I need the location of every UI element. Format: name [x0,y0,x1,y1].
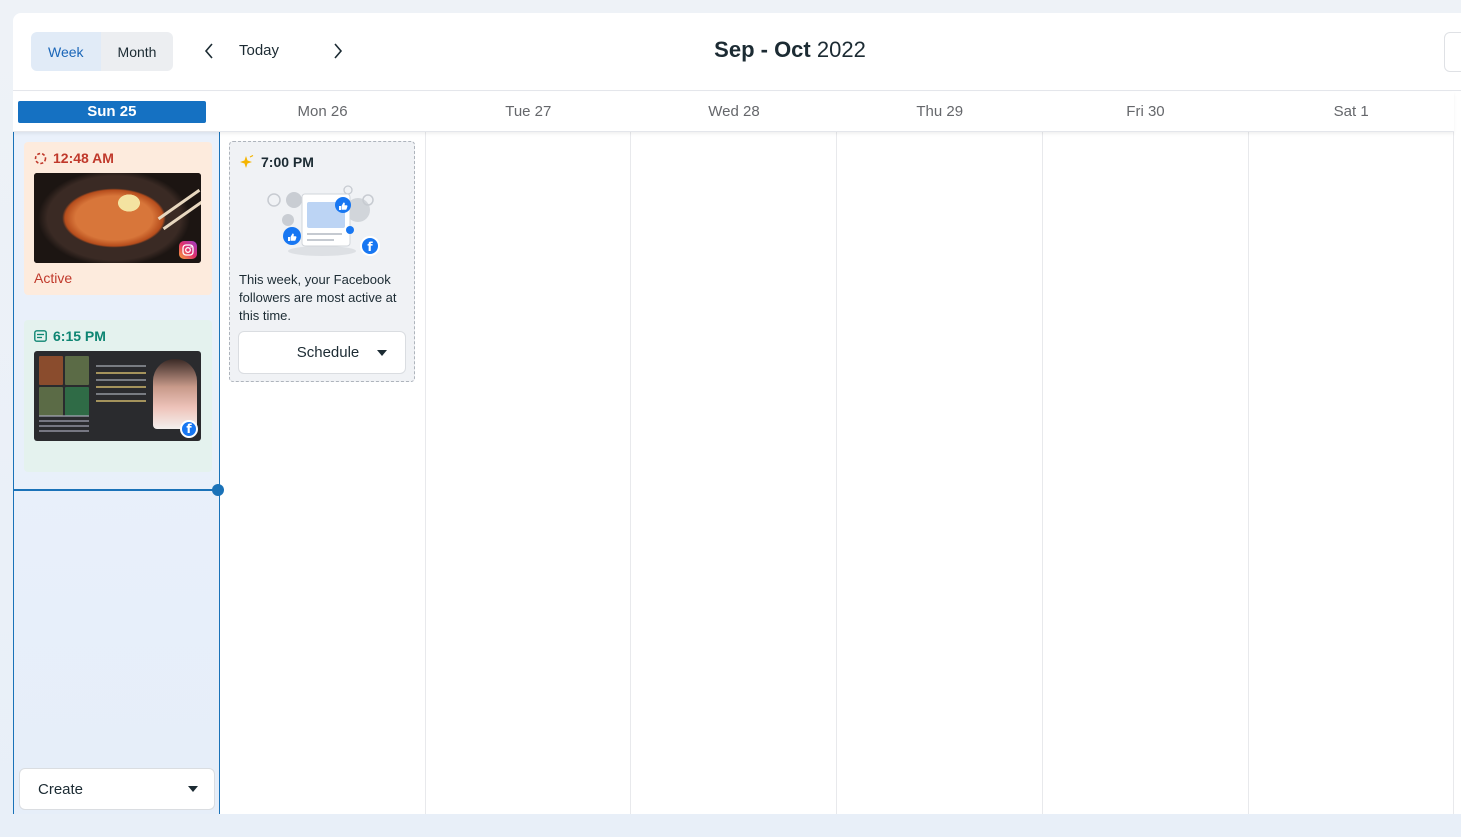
post-thumbnail[interactable]: f [34,351,201,441]
sparkle-icon [240,155,254,168]
post-time: 12:48 AM [34,150,114,166]
post-time: 6:15 PM [34,328,106,344]
column-divider [1248,132,1249,814]
photography-poster [34,351,201,441]
calendar-header: Week Month Today Sep - Oct 2022 [13,13,1461,91]
column-divider [630,132,631,814]
suggested-time-label: 7:00 PM [261,154,314,170]
column-divider [1042,132,1043,814]
today-column[interactable]: 12:48 AM Active 6:15 PM f Create [13,132,220,814]
day-header-fri[interactable]: Fri 30 [1043,92,1249,131]
engagement-illustration: f [267,185,380,256]
caret-down-icon [188,786,198,792]
current-time-line [13,489,220,491]
instagram-post-card[interactable]: 12:48 AM Active [24,142,212,295]
day-header-wed[interactable]: Wed 28 [631,92,837,131]
post-time-label: 6:15 PM [53,328,106,344]
create-label: Create [38,780,84,798]
create-button[interactable]: Create [19,768,215,810]
current-time-dot [212,484,224,496]
post-thumbnail[interactable] [34,173,201,263]
post-status: Active [34,270,73,286]
day-header-row: Sun 25 Mon 26 Tue 27 Wed 28 Thu 29 Fri 3… [13,92,1454,132]
facebook-icon: f [180,420,198,438]
day-label: Sun 25 [17,100,206,123]
poster-text [96,365,146,407]
column-divider [836,132,837,814]
poster-gallery [39,356,89,416]
day-header-sat[interactable]: Sat 1 [1248,92,1454,131]
post-icon [34,330,47,342]
poster-footer [39,415,89,435]
column-divider [1453,132,1454,814]
schedule-label: Schedule [296,344,360,361]
suggested-time-card[interactable]: 7:00 PM f This week, your Facebook follo… [229,141,415,382]
calendar-panel: Week Month Today Sep - Oct 2022 Sun 25 M… [13,13,1461,814]
caret-down-icon [377,350,387,356]
date-range-title: Sep - Oct 2022 [13,37,1461,63]
day-header-thu[interactable]: Thu 29 [837,92,1043,131]
day-header-sun[interactable]: Sun 25 [13,92,220,131]
portrait-photo [153,359,197,429]
options-button[interactable] [1444,32,1461,72]
spinner-icon [34,152,47,164]
column-divider [425,132,426,814]
day-header-tue[interactable]: Tue 27 [425,92,631,131]
date-range-months: Sep - Oct [714,37,811,62]
suggestion-text: This week, your Facebook followers are m… [239,272,397,323]
day-header-mon[interactable]: Mon 26 [220,92,426,131]
date-range-year: 2022 [816,37,866,62]
suggested-time: 7:00 PM [239,154,314,170]
svg-text:f: f [367,240,373,254]
post-time-label: 12:48 AM [53,150,114,166]
facebook-post-card[interactable]: 6:15 PM f [24,320,212,472]
schedule-button[interactable]: Schedule [238,331,406,374]
instagram-icon [179,241,197,259]
week-grid: 12:48 AM Active 6:15 PM f Create 7:00 PM… [13,132,1454,814]
